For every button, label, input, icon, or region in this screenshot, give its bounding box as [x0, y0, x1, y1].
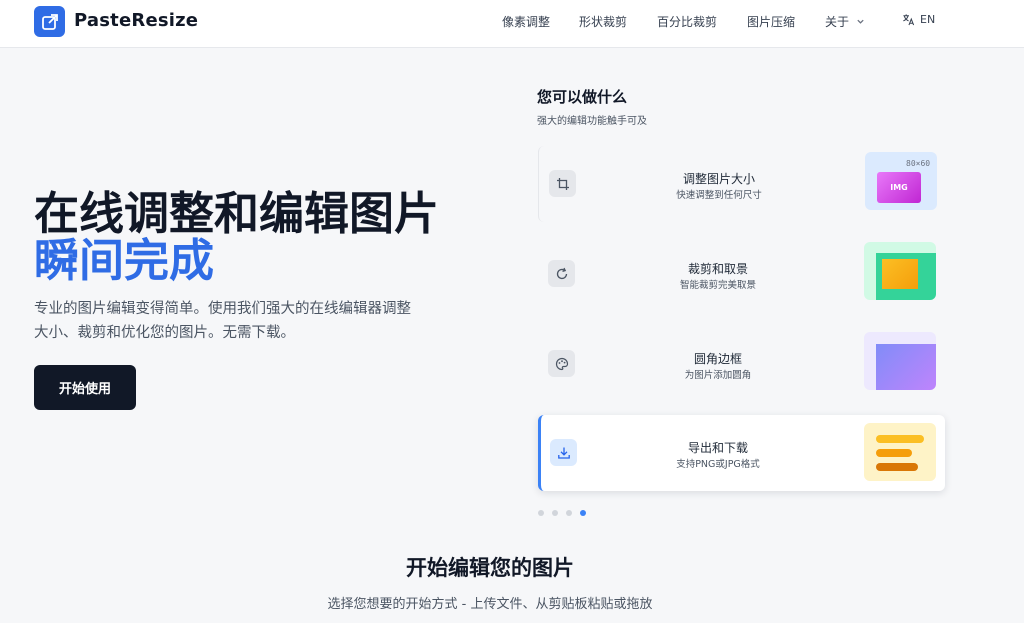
nav-image-compress[interactable]: 图片压缩	[747, 13, 795, 30]
feature-preview-crop	[864, 242, 936, 300]
chevron-down-icon	[857, 19, 864, 24]
hero-description: 专业的图片编辑变得简单。使用我们强大的在线编辑器调整大小、裁剪和优化您的图片。无…	[34, 301, 411, 341]
section-subtitle: 选择您想要的开始方式 - 上传文件、从剪贴板粘贴或拖放	[327, 597, 653, 612]
crop-icon	[549, 170, 576, 197]
features-subtitle: 强大的编辑功能触手可及	[537, 116, 647, 127]
feature-title: 调整图片大小	[682, 172, 755, 186]
feature-preview-resize: 80×60 IMG	[865, 152, 937, 210]
feature-card-crop[interactable]: 裁剪和取景 智能裁剪完美取景	[538, 236, 945, 312]
carousel-dot[interactable]	[538, 510, 544, 516]
preview-img-label: IMG	[877, 172, 921, 203]
brand-name[interactable]: PasteResize	[74, 10, 198, 31]
hero-title-highlight: 瞬间完成	[34, 234, 215, 287]
download-icon	[550, 439, 577, 466]
nav-about-dropdown[interactable]: 关于	[825, 13, 865, 30]
preview-rounded-image	[876, 344, 936, 390]
feature-preview-rounded	[864, 332, 936, 390]
preview-bar	[876, 435, 924, 443]
brand-logo-icon[interactable]	[34, 6, 65, 37]
feature-subtitle: 快速调整到任何尺寸	[676, 190, 762, 201]
feature-title: 圆角边框	[693, 352, 742, 366]
hero-title: 在线调整和编辑图片	[34, 187, 440, 240]
feature-title: 裁剪和取景	[687, 262, 748, 276]
feature-card-resize[interactable]: 调整图片大小 快速调整到任何尺寸 80×60 IMG	[538, 146, 945, 222]
preview-crop-area	[882, 259, 918, 289]
nav-percent-crop[interactable]: 百分比裁剪	[657, 13, 717, 30]
palette-icon	[548, 350, 575, 377]
feature-subtitle: 支持PNG或JPG格式	[676, 459, 760, 470]
feature-preview-export	[864, 423, 936, 481]
language-label: EN	[920, 13, 936, 26]
nav-shape-crop[interactable]: 形状裁剪	[579, 13, 627, 30]
feature-subtitle: 为图片添加圆角	[684, 370, 752, 381]
carousel-dot-active[interactable]	[580, 510, 586, 516]
preview-size-label: 80×60	[906, 159, 931, 168]
feature-title: 导出和下载	[687, 441, 748, 455]
feature-card-rounded[interactable]: 圆角边框 为图片添加圆角	[538, 326, 945, 402]
top-navbar: PasteResize 像素调整 形状裁剪 百分比裁剪 图片压缩 关于 EN	[0, 0, 1024, 48]
nav-pixel-resize[interactable]: 像素调整	[502, 13, 550, 30]
nav-about-label: 关于	[825, 15, 850, 29]
translate-icon	[903, 14, 915, 26]
carousel-dot[interactable]	[566, 510, 572, 516]
carousel-dot[interactable]	[552, 510, 558, 516]
rotate-icon	[548, 260, 575, 287]
language-switch[interactable]: EN	[902, 13, 935, 26]
preview-bar	[876, 463, 918, 471]
carousel-dots	[538, 510, 586, 516]
get-started-button[interactable]: 开始使用	[34, 365, 136, 410]
preview-bar	[876, 449, 912, 457]
section-title: 开始编辑您的图片	[406, 556, 574, 580]
feature-subtitle: 智能裁剪完美取景	[679, 280, 756, 291]
features-title: 您可以做什么	[537, 88, 628, 106]
feature-card-export[interactable]: 导出和下载 支持PNG或JPG格式	[538, 415, 945, 491]
